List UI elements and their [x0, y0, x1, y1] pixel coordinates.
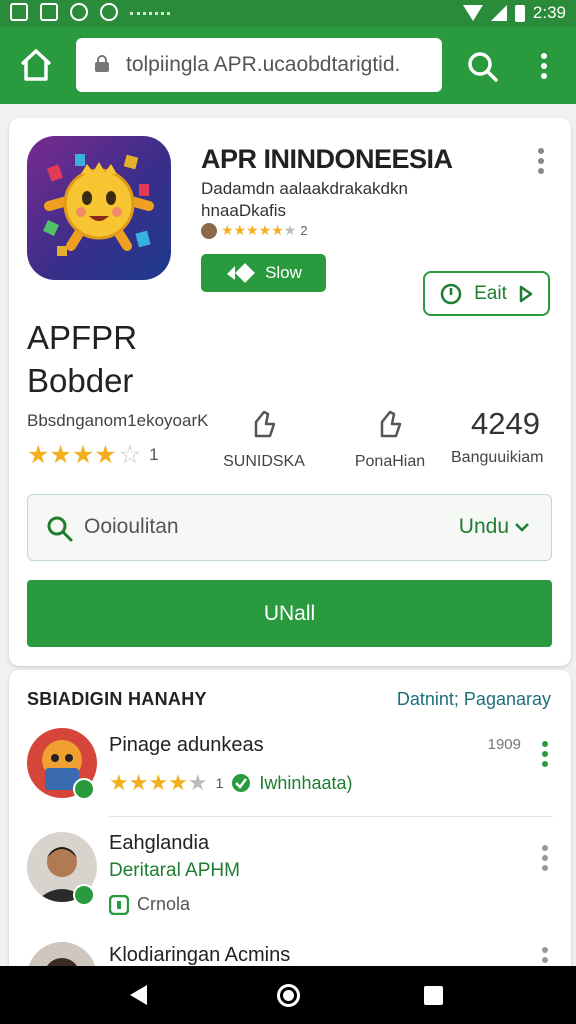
search-icon [468, 52, 498, 82]
url-text: tolpiingla APR.ucaobdtarigtid. [126, 53, 401, 76]
edit-button[interactable]: Eait [423, 271, 550, 316]
app-details-card: APR ININDONEESIA Dadamdn aalaakdrakakdkn… [9, 118, 571, 666]
show-button[interactable]: Slow [201, 254, 326, 292]
home-nav-button[interactable] [277, 984, 300, 1007]
show-button-label: Slow [265, 263, 302, 282]
search-icon [47, 516, 73, 542]
search-input[interactable]: Ooioulitan Undu [27, 494, 552, 561]
list-item-menu[interactable] [539, 740, 551, 770]
list-item-title: Pinage adunkeas [109, 734, 264, 756]
section-title: SBIADIGIN HANAHY [27, 689, 207, 709]
verified-badge [73, 884, 95, 906]
rating-count: 2 [300, 223, 308, 238]
more-notifications-icon [130, 12, 170, 16]
image-icon [40, 3, 58, 21]
app-developer: Dadamdn aalaakdrakakdkn hnaaDkafis [201, 179, 408, 220]
badge-icon [109, 894, 129, 915]
stat-value: 4249 [471, 406, 540, 441]
search-placeholder: Ooioulitan [84, 515, 179, 538]
sun-mascot-icon [43, 154, 154, 256]
app-title: APR ININDONEESIA [201, 144, 453, 174]
home-button[interactable] [18, 48, 54, 82]
back-button[interactable] [130, 985, 147, 1005]
verified-badge [73, 778, 95, 800]
more-vert-icon [542, 845, 548, 871]
play-icon [519, 285, 533, 302]
list-item-menu[interactable] [539, 844, 551, 874]
stat-downloads[interactable]: SUNIDSKA [209, 408, 319, 471]
app-rating-summary: ★★★★★★ 2 [201, 222, 308, 239]
section-link[interactable]: Datnint; Paganaray [397, 689, 551, 710]
star-rating-large: ★★★★ ☆ 1 [27, 441, 159, 469]
home-icon [20, 49, 52, 81]
notification-icon [10, 3, 28, 21]
more-vert-icon [538, 148, 544, 174]
search-button[interactable] [466, 50, 500, 84]
shield-check-icon [232, 774, 251, 792]
overflow-menu-button[interactable] [532, 50, 556, 84]
title-line-2: Bobder [27, 362, 134, 399]
install-button[interactable]: UNall [27, 580, 552, 647]
system-nav-bar [0, 966, 576, 1024]
search-dropdown[interactable]: Undu [459, 515, 529, 539]
list-item-subtitle: Deritaral APHM [109, 860, 240, 881]
list-item-meta: ★★★★★ 1 Iwhinhaata) [109, 770, 352, 796]
stat-downloads-label: SUNIDSKA [223, 453, 305, 470]
lock-icon [95, 55, 109, 72]
star-rating: ★★★★★ [109, 770, 208, 795]
divider [109, 816, 553, 817]
title-line-1: APFPR [27, 319, 138, 356]
avatar [201, 222, 217, 239]
list-item-meta: Crnola [109, 894, 190, 915]
url-field[interactable]: tolpiingla APR.ucaobdtarigtid. [76, 38, 442, 92]
shield-icon [100, 3, 118, 21]
chevron-down-icon [515, 523, 529, 532]
edit-button-label: Eait [474, 282, 507, 304]
status-bar: 2:39 [0, 0, 576, 26]
list-item-time: 1909 [487, 736, 521, 753]
stat-value-label: Banguuikiam [451, 449, 544, 466]
stat-category-label: PonaHian [354, 453, 426, 470]
app-section-title: APFPR Bobder [27, 316, 137, 402]
list-item-title: Eahglandia [109, 832, 210, 854]
more-vert-icon [541, 53, 547, 79]
list-item[interactable]: Eahglandia Deritaral APHM Crnola [9, 832, 571, 928]
recents-button[interactable] [424, 986, 443, 1005]
signal-icon [490, 5, 507, 21]
card-menu-button[interactable] [531, 146, 551, 176]
star-count: 1 [149, 445, 159, 464]
recommendations-card: SBIADIGIN HANAHY Datnint; Paganaray Pina… [9, 670, 571, 1012]
thumbs-icon [254, 410, 276, 438]
app-bar: tolpiingla APR.ucaobdtarigtid. [0, 26, 576, 104]
list-item[interactable]: Pinage adunkeas 1909 ★★★★★ 1 Iwhinhaata) [9, 728, 571, 818]
arrows-icon [227, 263, 255, 283]
wifi-icon [462, 5, 483, 21]
developer-line: Bbsdnganom1ekoyoarK [27, 411, 209, 430]
battery-icon [514, 4, 525, 22]
star-rating: ★★★★★★ [221, 222, 297, 238]
hotspot-icon [70, 3, 88, 21]
star-count: 1 [215, 775, 224, 791]
list-item-title: Klodiaringan Acmins [109, 944, 291, 966]
stat-category[interactable]: PonaHian [335, 408, 445, 471]
list-item-tag: Iwhinhaata) [259, 772, 353, 793]
clock-icon [440, 283, 462, 304]
dropdown-label: Undu [458, 515, 509, 538]
status-time: 2:39 [532, 3, 566, 22]
app-icon[interactable] [27, 136, 171, 280]
more-vert-icon [542, 741, 548, 767]
list-item-tag: Crnola [137, 894, 191, 914]
thumbs-icon [380, 410, 402, 438]
